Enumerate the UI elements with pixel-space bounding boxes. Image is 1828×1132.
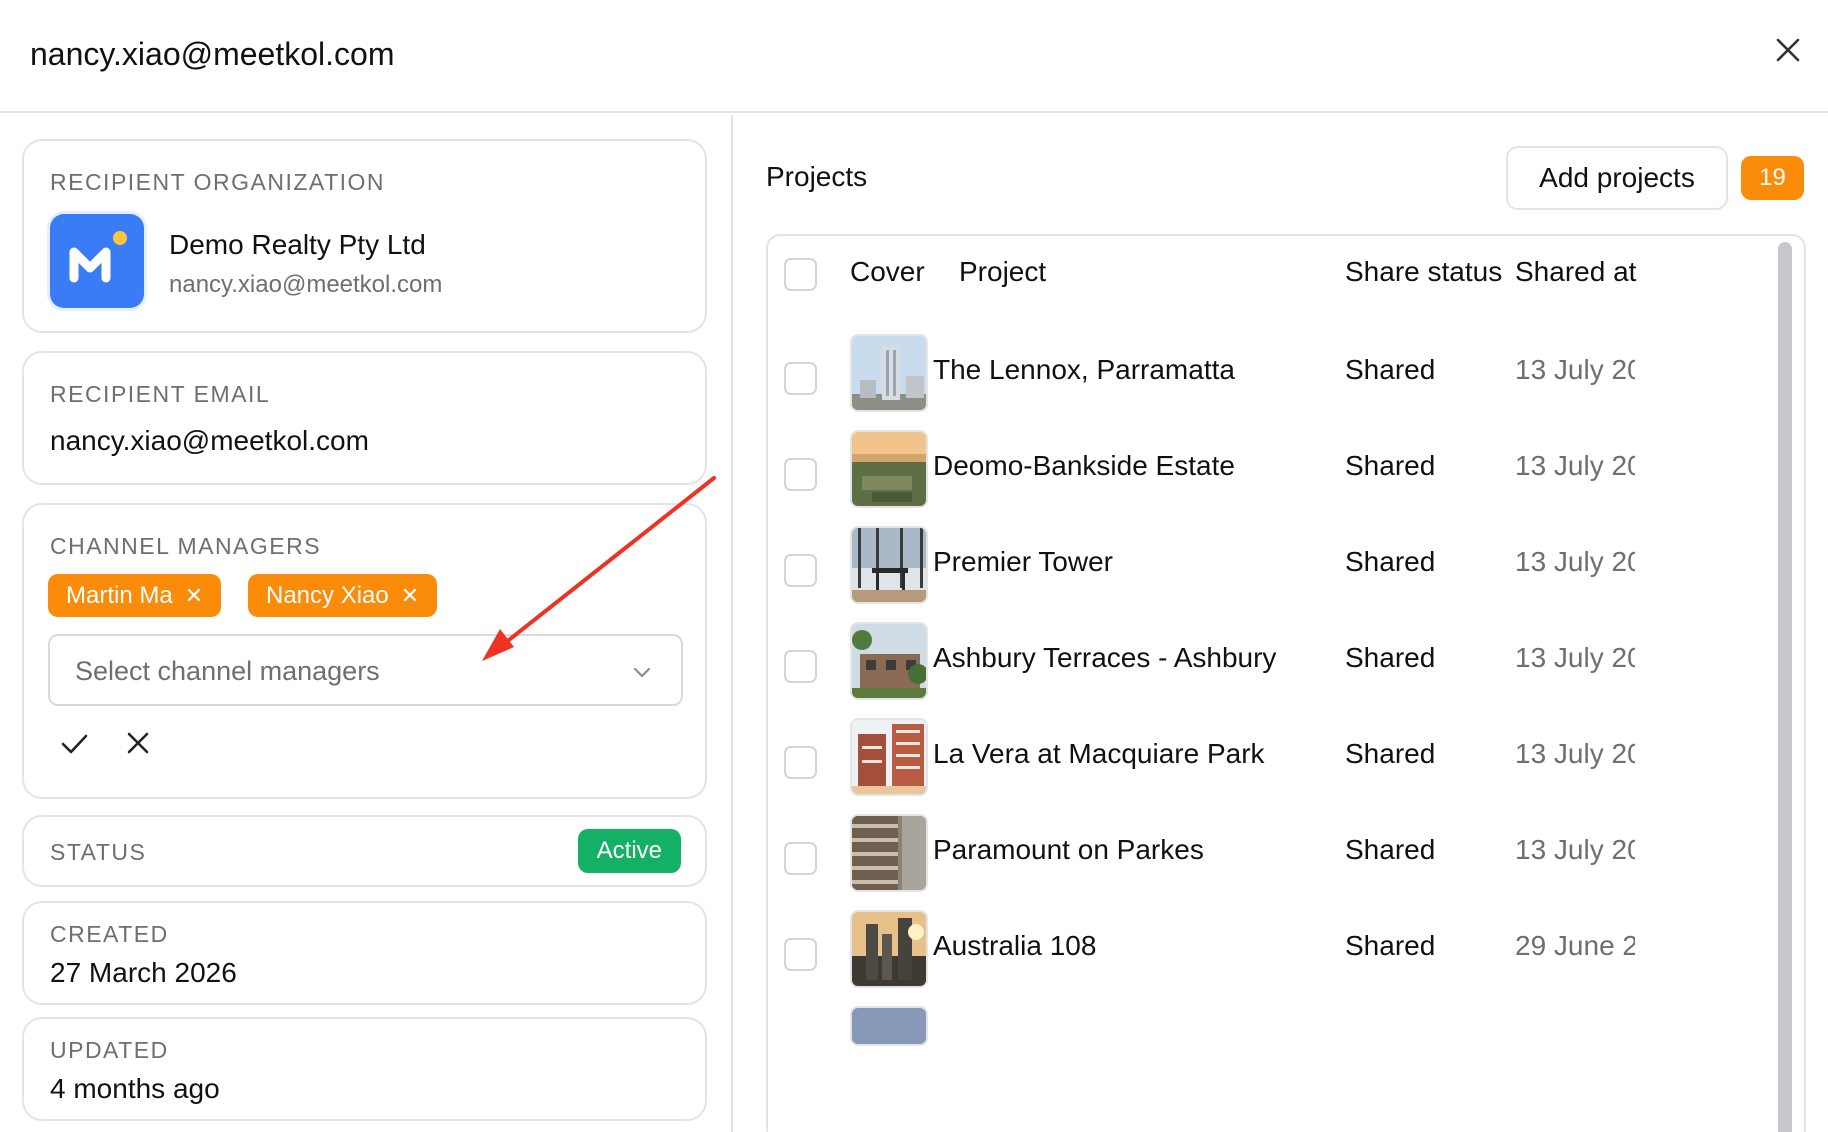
- created-label: CREATED: [50, 921, 169, 947]
- project-name[interactable]: The Lennox, Parramatta: [933, 354, 1235, 386]
- meetkol-logo-icon: [50, 214, 144, 308]
- share-status: Shared: [1345, 738, 1436, 769]
- project-name[interactable]: Paramount on Parkes: [933, 834, 1204, 866]
- project-cover-image: [850, 622, 928, 700]
- table-scrollbar[interactable]: [1778, 242, 1792, 1132]
- share-status: Shared: [1345, 450, 1436, 481]
- row-checkbox[interactable]: [784, 458, 817, 491]
- column-header-share-status[interactable]: Share status: [1345, 256, 1502, 288]
- table-row[interactable]: [768, 1006, 1778, 1118]
- shared-at-date: 29 June 2025: [1515, 930, 1635, 961]
- share-status: Shared: [1345, 834, 1436, 865]
- select-all-checkbox[interactable]: [784, 258, 817, 291]
- row-checkbox[interactable]: [784, 842, 817, 875]
- recipient-organization-card: RECIPIENT ORGANIZATION Demo Realty Pty L…: [22, 139, 707, 333]
- recipient-details-panel: RECIPIENT ORGANIZATION Demo Realty Pty L…: [0, 115, 731, 1132]
- project-cover-image: [850, 334, 928, 412]
- add-projects-button[interactable]: Add projects: [1506, 146, 1728, 210]
- channel-managers-card: CHANNEL MANAGERS Martin Ma ✕ Nancy Xiao …: [22, 503, 707, 799]
- channel-manager-tag-label: Martin Ma: [66, 581, 173, 609]
- row-checkbox[interactable]: [784, 362, 817, 395]
- organization-name: Demo Realty Pty Ltd: [169, 229, 426, 260]
- shared-at-date: 13 July 2025: [1515, 642, 1635, 673]
- remove-tag-icon[interactable]: ✕: [401, 584, 419, 607]
- share-status: Shared: [1345, 642, 1436, 673]
- project-cover-image: [850, 526, 928, 604]
- cancel-close-icon[interactable]: [122, 727, 154, 759]
- confirm-check-icon[interactable]: [58, 727, 90, 759]
- share-status: Shared: [1345, 354, 1436, 385]
- project-name[interactable]: Ashbury Terraces - Ashbury: [933, 642, 1276, 674]
- created-value: 27 March 2026: [50, 957, 237, 988]
- project-name[interactable]: La Vera at Macquiare Park: [933, 738, 1265, 770]
- organization-email: nancy.xiao@meetkol.com: [169, 271, 443, 298]
- project-cover-image: [850, 718, 928, 796]
- shared-at-date: 13 July 2025: [1515, 354, 1635, 385]
- project-name[interactable]: Deomo-Bankside Estate: [933, 450, 1235, 482]
- row-checkbox[interactable]: [784, 746, 817, 779]
- channel-managers-label: CHANNEL MANAGERS: [50, 533, 322, 559]
- status-card: STATUS Active: [22, 815, 707, 887]
- projects-table: Cover Project Share status Shared at The…: [766, 234, 1806, 1132]
- project-cover-image: [850, 1006, 928, 1046]
- channel-manager-tag-label: Nancy Xiao: [266, 581, 389, 609]
- project-name[interactable]: Australia 108: [933, 930, 1096, 962]
- updated-value: 4 months ago: [50, 1073, 220, 1104]
- row-checkbox[interactable]: [784, 650, 817, 683]
- channel-managers-select[interactable]: Select channel managers: [48, 634, 683, 706]
- column-header-cover: Cover: [850, 256, 925, 287]
- share-status: Shared: [1345, 930, 1436, 961]
- projects-count-badge: 19: [1741, 156, 1804, 200]
- project-cover-image: [850, 910, 928, 988]
- status-label: STATUS: [50, 839, 147, 865]
- dialog-title: nancy.xiao@meetkol.com: [30, 36, 395, 72]
- created-card: CREATED 27 March 2026: [22, 901, 707, 1005]
- recipient-email-card: RECIPIENT EMAIL nancy.xiao@meetkol.com: [22, 351, 707, 485]
- close-icon[interactable]: [1770, 32, 1806, 68]
- share-status: Shared: [1345, 546, 1436, 577]
- status-badge: Active: [577, 829, 681, 873]
- select-placeholder: Select channel managers: [75, 656, 380, 686]
- shared-at-date: 13 July 2025: [1515, 738, 1635, 769]
- recipient-organization-label: RECIPIENT ORGANIZATION: [50, 169, 386, 195]
- row-checkbox[interactable]: [784, 938, 817, 971]
- recipient-email-label: RECIPIENT EMAIL: [50, 381, 271, 407]
- shared-at-date: 13 July 2025: [1515, 546, 1635, 577]
- recipient-email-value: nancy.xiao@meetkol.com: [50, 425, 369, 456]
- projects-panel: Projects Add projects 19 Cover Project S…: [733, 115, 1828, 1132]
- remove-tag-icon[interactable]: ✕: [185, 584, 203, 607]
- project-name[interactable]: Premier Tower: [933, 546, 1113, 578]
- channel-manager-tag: Nancy Xiao ✕: [248, 574, 438, 617]
- projects-title: Projects: [766, 161, 868, 192]
- shared-at-date: 13 July 2025: [1515, 450, 1635, 481]
- row-checkbox[interactable]: [784, 554, 817, 587]
- column-header-shared-at[interactable]: Shared at: [1515, 256, 1636, 288]
- column-header-project[interactable]: Project: [959, 256, 1046, 288]
- channel-manager-tag: Martin Ma ✕: [48, 574, 222, 617]
- shared-at-date: 13 July 2025: [1515, 834, 1635, 865]
- project-cover-image: [850, 814, 928, 892]
- updated-label: UPDATED: [50, 1037, 169, 1063]
- updated-card: UPDATED 4 months ago: [22, 1017, 707, 1121]
- chevron-down-icon: [633, 667, 651, 678]
- dialog-header: nancy.xiao@meetkol.com: [0, 0, 1828, 113]
- project-cover-image: [850, 430, 928, 508]
